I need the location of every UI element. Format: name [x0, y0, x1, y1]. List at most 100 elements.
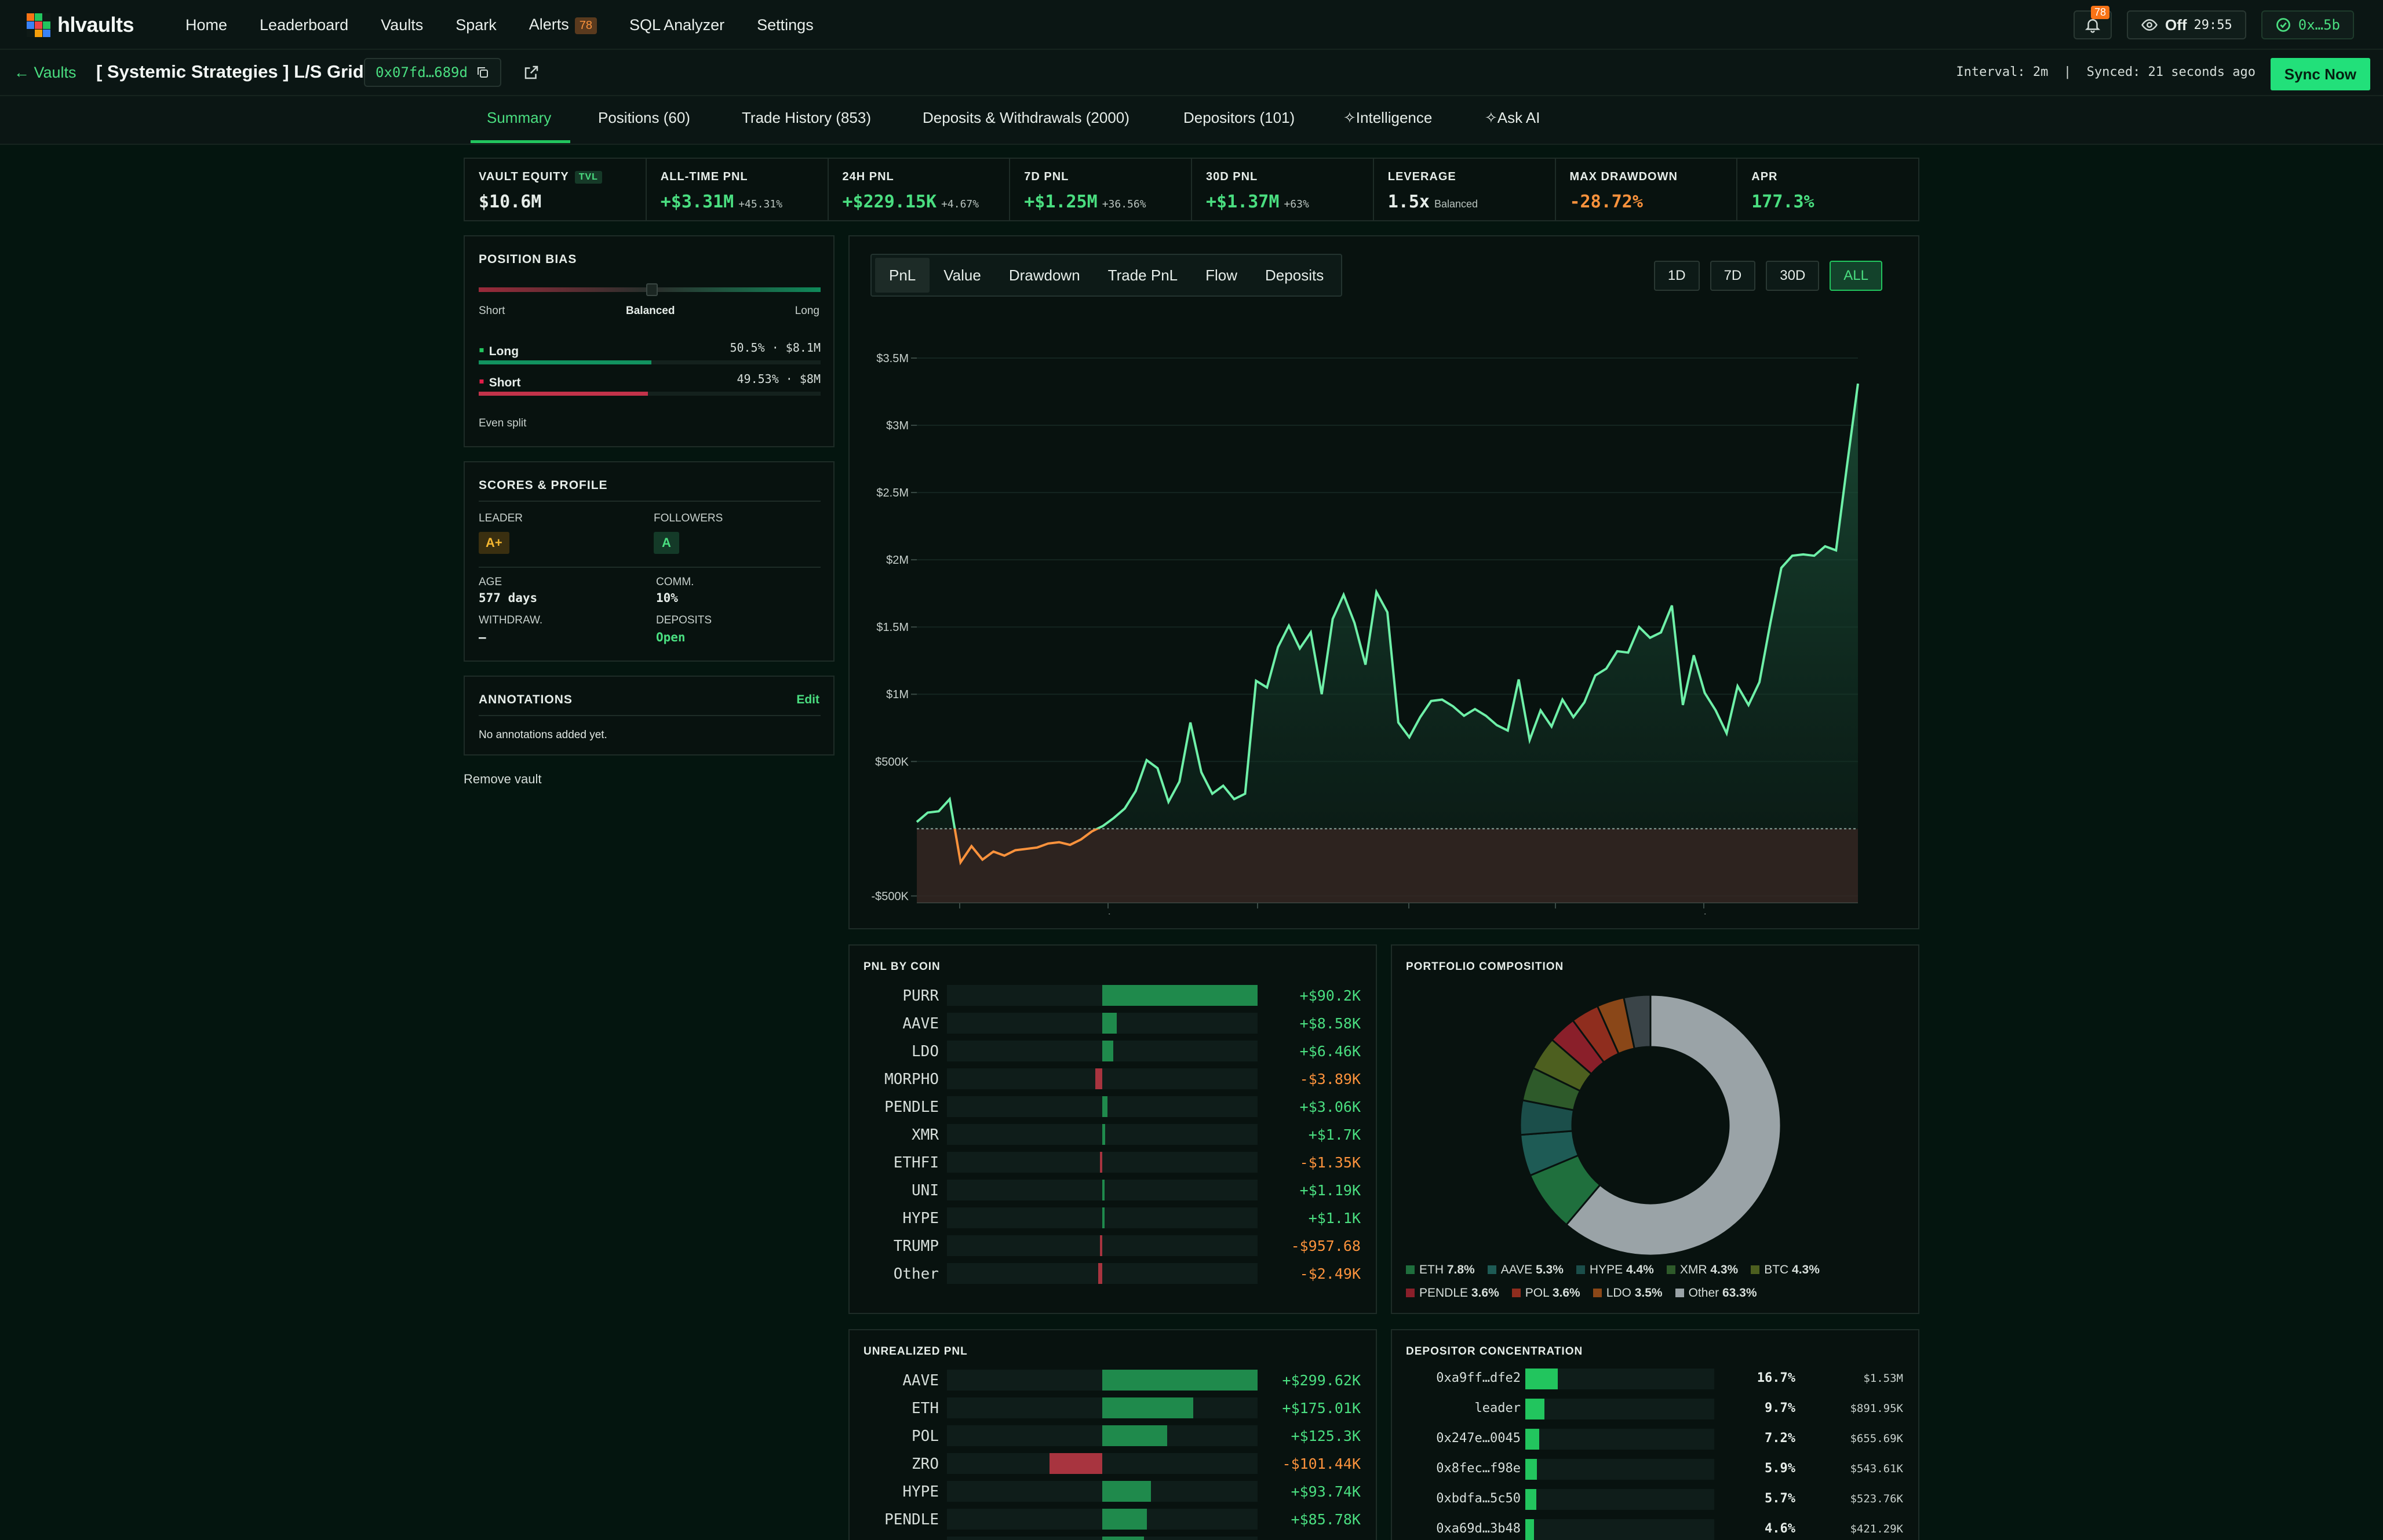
y-tick-label: $2.5M	[876, 487, 909, 499]
stat-value: $10.6M	[479, 192, 542, 212]
bar-track	[947, 1152, 1258, 1173]
pnl-bar	[1095, 1068, 1102, 1089]
nav-home[interactable]: Home	[185, 16, 227, 34]
back-to-vaults-link[interactable]: ← Vaults	[14, 64, 76, 82]
legend-pct: 5.3%	[1536, 1263, 1564, 1276]
withdraw-label: WITHDRAW.	[479, 614, 543, 626]
nav-spark[interactable]: Spark	[456, 16, 497, 34]
range-tab-7d[interactable]: 7D	[1710, 261, 1756, 291]
range-tab-all[interactable]: ALL	[1830, 261, 1882, 291]
chart-tab-trade-pnl[interactable]: Trade PnL	[1094, 258, 1192, 293]
coin-label: HYPE	[902, 1483, 939, 1501]
followers-label: FOLLOWERS	[654, 512, 723, 524]
bar-track	[1525, 1429, 1714, 1450]
pnl-bar	[1050, 1453, 1102, 1474]
chart-tab-drawdown[interactable]: Drawdown	[995, 258, 1094, 293]
vault-name: [ Systemic Strategies ] L/S Grids	[96, 61, 374, 82]
depositor-row[interactable]: 0xa9ff…dfe2 16.7% $1.53M	[1392, 1367, 1921, 1391]
stat-value: 1.5x	[1387, 192, 1430, 212]
depositor-share-bar	[1525, 1369, 1558, 1389]
app-logo[interactable]: hlvaults	[27, 13, 134, 37]
chart-tab-deposits[interactable]: Deposits	[1251, 258, 1338, 293]
stat-leverage: LEVERAGE 1.5x Balanced	[1374, 159, 1556, 220]
negative-zone	[917, 829, 1858, 903]
tab-summary[interactable]: Summary	[487, 109, 551, 127]
pnl-value: -$957.68	[1291, 1238, 1361, 1254]
long-bar-track	[479, 360, 821, 364]
privacy-toggle[interactable]: Off 29:55	[2126, 10, 2246, 39]
pnl-bar	[1102, 1509, 1147, 1530]
pnl-value: +$8.58K	[1299, 1015, 1361, 1032]
tab-depositors[interactable]: Depositors (101)	[1183, 109, 1295, 127]
chart-tab-pnl[interactable]: PnL	[875, 258, 930, 293]
depositor-row[interactable]: 0xa69d…3b48 4.6% $421.29K	[1392, 1518, 1921, 1540]
remove-vault-link[interactable]: Remove vault	[464, 772, 542, 787]
depositor-value: $655.69K	[1850, 1432, 1903, 1445]
short-bar-track	[479, 392, 821, 396]
tab-intelligence-label: Intelligence	[1356, 109, 1433, 126]
coin-label: PURR	[902, 987, 939, 1005]
tab-deposits-withdrawals[interactable]: Deposits & Withdrawals (2000)	[923, 109, 1129, 127]
depositor-row[interactable]: 0xbdfa…5c50 5.7% $523.76K	[1392, 1488, 1921, 1511]
nav-leaderboard[interactable]: Leaderboard	[260, 16, 348, 34]
bias-long-label: Long	[795, 305, 819, 317]
y-tick-label: $500K	[875, 756, 909, 768]
chart-tab-flow[interactable]: Flow	[1192, 258, 1251, 293]
tab-ask-ai[interactable]: ✧Ask AI	[1485, 109, 1540, 127]
legend-pct: 7.8%	[1446, 1263, 1475, 1276]
notifications-button[interactable]: 78	[2073, 6, 2112, 39]
vault-header: ← Vaults [ Systemic Strategies ] L/S Gri…	[0, 50, 2383, 96]
legend-item-hype: HYPE 4.4%	[1576, 1263, 1654, 1277]
legend-name: POL	[1525, 1286, 1553, 1300]
sync-now-button[interactable]: Sync Now	[2270, 58, 2370, 90]
depositor-pct: 16.7%	[1757, 1371, 1795, 1385]
depositor-row[interactable]: 0x247e…0045 7.2% $655.69K	[1392, 1428, 1921, 1451]
legend-item-pendle: PENDLE 3.6%	[1406, 1286, 1499, 1300]
legend-item-eth: ETH 7.8%	[1406, 1263, 1475, 1277]
tab-positions[interactable]: Positions (60)	[598, 109, 690, 127]
nav-sql-analyzer[interactable]: SQL Analyzer	[629, 16, 724, 34]
portfolio-donut-chart[interactable]	[1506, 980, 1795, 1270]
wallet-button[interactable]: 0x…5b	[2261, 10, 2354, 39]
external-link-icon[interactable]	[523, 64, 540, 81]
copy-icon[interactable]	[476, 65, 490, 79]
depositor-name: 0x247e…0045	[1436, 1431, 1521, 1446]
chart-tab-value[interactable]: Value	[930, 258, 995, 293]
depositor-row[interactable]: leader 9.7% $891.95K	[1392, 1397, 1921, 1421]
stat-label: VAULT EQUITY	[479, 170, 569, 183]
pnl-value: +$1.19K	[1299, 1182, 1361, 1199]
coin-row: TRUMP -$957.68	[850, 1234, 1378, 1257]
x-tick-label: Apr 1	[946, 913, 974, 914]
nav-settings[interactable]: Settings	[757, 16, 814, 34]
pnl-value: +$93.74K	[1291, 1483, 1361, 1500]
pnl-area-chart[interactable]: $3.5M $3M $2.5M $2M $1.5M $1M $500K -$500K Apr …	[861, 323, 1893, 914]
app-name: hlvaults	[57, 13, 134, 37]
range-tab-1d[interactable]: 1D	[1653, 261, 1700, 291]
x-tick-label: Jul 1	[1692, 913, 1716, 914]
depositor-row[interactable]: 0x8fec…f98e 5.9% $543.61K	[1392, 1458, 1921, 1481]
coin-row: AAVE +$8.58K	[850, 1012, 1378, 1035]
tab-intelligence[interactable]: ✧Intelligence	[1343, 109, 1432, 127]
deposits-value: Open	[656, 630, 686, 644]
legend-pct: 63.3%	[1722, 1286, 1757, 1300]
vault-address-chip[interactable]: 0x07fd…689d	[364, 58, 501, 87]
alerts-count-badge: 78	[574, 17, 597, 34]
unrealized-pnl-panel: UNREALIZED PNL AAVE +$299.62K ETH +$175.01K…	[848, 1329, 1377, 1540]
annotations-edit-button[interactable]: Edit	[796, 693, 819, 707]
coin-row: ETHFI -$1.35K	[850, 1151, 1378, 1174]
bias-gauge-marker[interactable]	[646, 283, 658, 296]
depositor-value: $523.76K	[1850, 1492, 1903, 1505]
pnl-bar	[1102, 1481, 1151, 1502]
coin-row: Other -$2.49K	[850, 1262, 1378, 1285]
nav-vaults[interactable]: Vaults	[381, 16, 423, 34]
age-label: AGE	[479, 576, 502, 588]
tab-trade-history[interactable]: Trade History (853)	[742, 109, 871, 127]
nav-alerts[interactable]: Alerts 78	[529, 16, 597, 34]
range-tab-30d[interactable]: 30D	[1766, 261, 1820, 291]
stat-value: +$1.37M	[1206, 192, 1280, 212]
legend-name: AAVE	[1500, 1263, 1536, 1276]
depositor-share-bar	[1525, 1399, 1544, 1419]
legend-name: LDO	[1606, 1286, 1635, 1300]
pnl-value: -$101.44K	[1282, 1455, 1361, 1472]
bias-short-label: Short	[479, 305, 505, 317]
